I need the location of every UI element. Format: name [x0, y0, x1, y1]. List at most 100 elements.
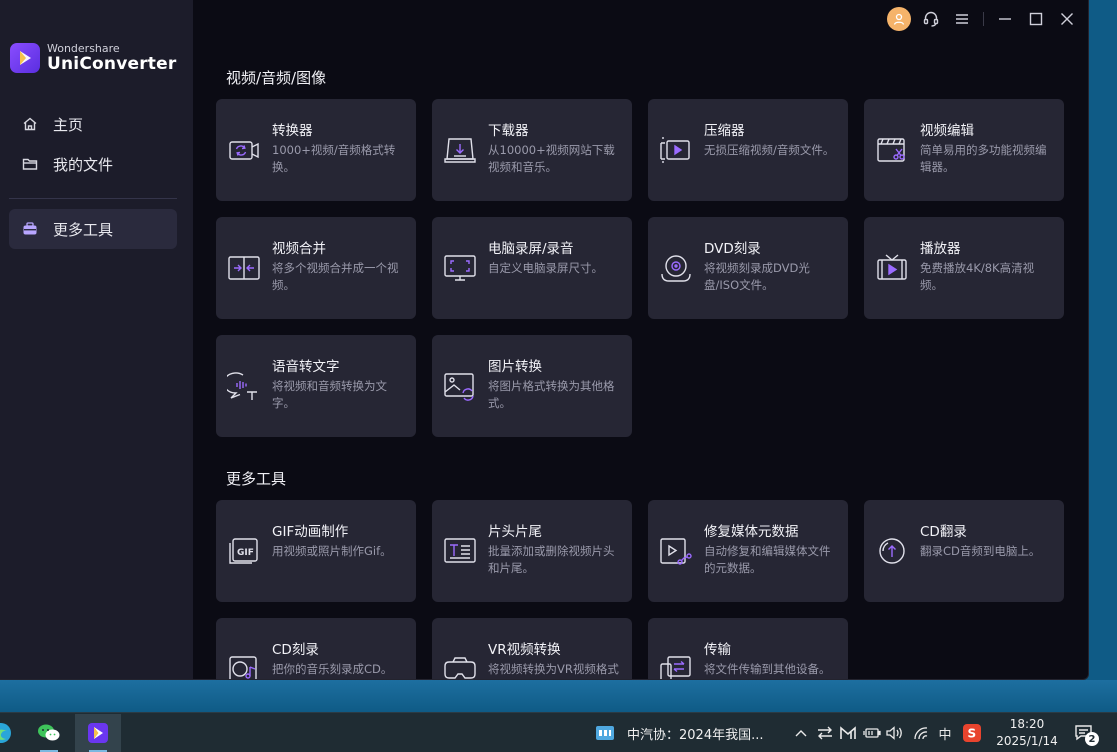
screen-recorder-icon — [444, 255, 476, 281]
card-title: CD翻录 — [920, 524, 967, 540]
sidebar-item-more-tools[interactable]: 更多工具 — [9, 209, 177, 249]
logo-icon — [10, 43, 40, 73]
tray-battery[interactable] — [863, 723, 881, 743]
tool-card-image-converter[interactable]: 图片转换 将图片格式转换为其他格式。 — [432, 335, 632, 437]
taskbar-app-wechat[interactable] — [26, 714, 72, 752]
section-title-media: 视频/音频/图像 — [226, 69, 327, 87]
cd-burner-icon — [229, 656, 257, 679]
card-description: 将多个视频合并成一个视频。 — [272, 261, 399, 292]
metadata-icon — [660, 538, 692, 565]
edge-icon — [0, 723, 11, 743]
card-description: 翻录CD音频到电脑上。 — [920, 544, 1041, 558]
card-title: 视频编辑 — [920, 123, 974, 139]
card-description: 将文件传输到其他设备。 — [704, 662, 831, 676]
tool-card-player[interactable]: 播放器 免费播放4K/8K高清视频。 — [864, 217, 1064, 319]
tool-card-compressor[interactable]: 压缩器 无损压缩视频/音频文件。 — [648, 99, 848, 201]
tool-card-screen-recorder[interactable]: 电脑录屏/录音 自定义电脑录屏尺寸。 — [432, 217, 632, 319]
switch-arrows-icon — [818, 726, 832, 740]
taskbar: 中汽协：2024年我国... 中 S 18:20 2025/1/14 2 — [0, 712, 1117, 752]
sidebar-item-label: 我的文件 — [53, 155, 114, 174]
tray-volume[interactable] — [886, 723, 904, 743]
folder-icon — [21, 155, 39, 173]
tool-card-cd-burner[interactable]: CD刻录 把你的音乐刻录成CD。 — [216, 618, 416, 679]
card-title: VR视频转换 — [488, 642, 561, 658]
card-description: 自动修复和编辑媒体文件的元数据。 — [704, 544, 831, 575]
support-headset-button[interactable] — [919, 7, 943, 31]
clock-time: 18:20 — [1009, 717, 1045, 731]
card-title: 语音转文字 — [272, 359, 340, 375]
tool-card-dvd-burner[interactable]: DVD刻录 将视频刻录成DVD光盘/ISO文件。 — [648, 217, 848, 319]
card-description: 将视频转换为VR视频格式 — [488, 662, 619, 676]
tool-card-video-editor[interactable]: 视频编辑 简单易用的多功能视频编辑器。 — [864, 99, 1064, 201]
tray-sogou[interactable]: S — [962, 723, 982, 743]
logo-product: UniConverter — [47, 54, 177, 74]
sidebar-item-home[interactable]: 主页 — [9, 104, 177, 144]
user-avatar[interactable] — [887, 7, 911, 31]
app-window: Wondershare UniConverter 主页 我的文件 更多工具 视频… — [0, 0, 1089, 680]
uniconverter-icon — [88, 723, 108, 743]
tool-card-transfer[interactable]: 传输 将文件传输到其他设备。 — [648, 618, 848, 679]
hamburger-icon — [956, 14, 968, 24]
card-title: 片头片尾 — [488, 524, 542, 540]
tray-ime[interactable]: 中 — [935, 723, 955, 743]
menu-button[interactable] — [950, 7, 974, 31]
card-description: 免费播放4K/8K高清视频。 — [920, 261, 1035, 292]
home-icon — [21, 115, 39, 133]
tool-card-merger[interactable]: 视频合并 将多个视频合并成一个视频。 — [216, 217, 416, 319]
battery-plug-icon — [863, 728, 881, 738]
app-logo: Wondershare UniConverter — [10, 43, 176, 73]
news-widget[interactable]: 中汽协：2024年我国... — [596, 723, 763, 743]
card-title: 压缩器 — [704, 123, 745, 139]
tool-card-converter[interactable]: 转换器 1000+视频/音频格式转换。 — [216, 99, 416, 201]
card-title: 视频合并 — [272, 241, 326, 257]
player-icon — [877, 254, 907, 280]
sidebar-item-my-files[interactable]: 我的文件 — [9, 144, 177, 184]
desktop-background — [0, 680, 1117, 712]
close-icon — [1061, 13, 1073, 25]
card-description: 自定义电脑录屏尺寸。 — [488, 261, 603, 275]
svg-text:GIF: GIF — [237, 548, 254, 558]
card-description: 无损压缩视频/音频文件。 — [704, 143, 835, 157]
close-button[interactable] — [1055, 7, 1079, 31]
card-title: GIF动画制作 — [272, 524, 349, 540]
maximize-button[interactable] — [1024, 7, 1048, 31]
maximize-icon — [1029, 12, 1043, 26]
intro-outro-icon — [444, 538, 476, 563]
headset-icon — [923, 11, 939, 27]
tray-overflow-button[interactable] — [792, 723, 810, 743]
tool-card-cd-ripper[interactable]: CD翻录 翻录CD音频到电脑上。 — [864, 500, 1064, 602]
tool-card-downloader[interactable]: 下载器 从10000+视频网站下载视频和音乐。 — [432, 99, 632, 201]
card-title: 转换器 — [272, 123, 313, 139]
sogou-icon: S — [963, 724, 981, 742]
card-description: 将图片格式转换为其他格式。 — [488, 379, 615, 410]
tool-card-speech-to-text[interactable]: 语音转文字 将视频和音频转换为文字。 — [216, 335, 416, 437]
card-title: 修复媒体元数据 — [704, 524, 799, 540]
tool-card-vr-converter[interactable]: VR视频转换 将视频转换为VR视频格式 — [432, 618, 632, 679]
wifi-icon — [914, 727, 928, 740]
vr-converter-icon — [444, 657, 476, 679]
clock-date: 2025/1/14 — [996, 734, 1058, 748]
section-title-more-tools: 更多工具 — [226, 470, 287, 488]
taskbar-clock[interactable]: 18:20 2025/1/14 — [994, 716, 1060, 750]
tool-card-intro-outro[interactable]: 片头片尾 批量添加或删除视频片头和片尾。 — [432, 500, 632, 602]
gif-maker-icon: GIF — [229, 538, 258, 564]
title-bar-controls — [887, 7, 1079, 31]
card-description: 把你的音乐刻录成CD。 — [272, 662, 393, 676]
tray-wifi[interactable] — [912, 723, 930, 743]
card-description: 简单易用的多功能视频编辑器。 — [920, 143, 1047, 174]
image-converter-icon — [444, 373, 474, 401]
tray-network-switch[interactable] — [816, 723, 834, 743]
sidebar-item-label: 更多工具 — [53, 220, 114, 239]
taskbar-app-uniconverter[interactable] — [75, 714, 121, 752]
taskbar-app-edge[interactable] — [0, 714, 24, 752]
tool-card-gif-maker[interactable]: GIF GIF动画制作 用视频或照片制作Gif。 — [216, 500, 416, 602]
card-title: 图片转换 — [488, 359, 542, 375]
tray-gmail[interactable] — [839, 723, 857, 743]
tool-card-metadata[interactable]: 修复媒体元数据 自动修复和编辑媒体文件的元数据。 — [648, 500, 848, 602]
merger-icon — [228, 256, 260, 280]
minimize-button[interactable] — [993, 7, 1017, 31]
card-description: 将视频刻录成DVD光盘/ISO文件。 — [704, 261, 810, 292]
chevron-up-icon — [795, 730, 807, 737]
card-title: CD刻录 — [272, 642, 319, 658]
card-title: 播放器 — [920, 241, 961, 257]
